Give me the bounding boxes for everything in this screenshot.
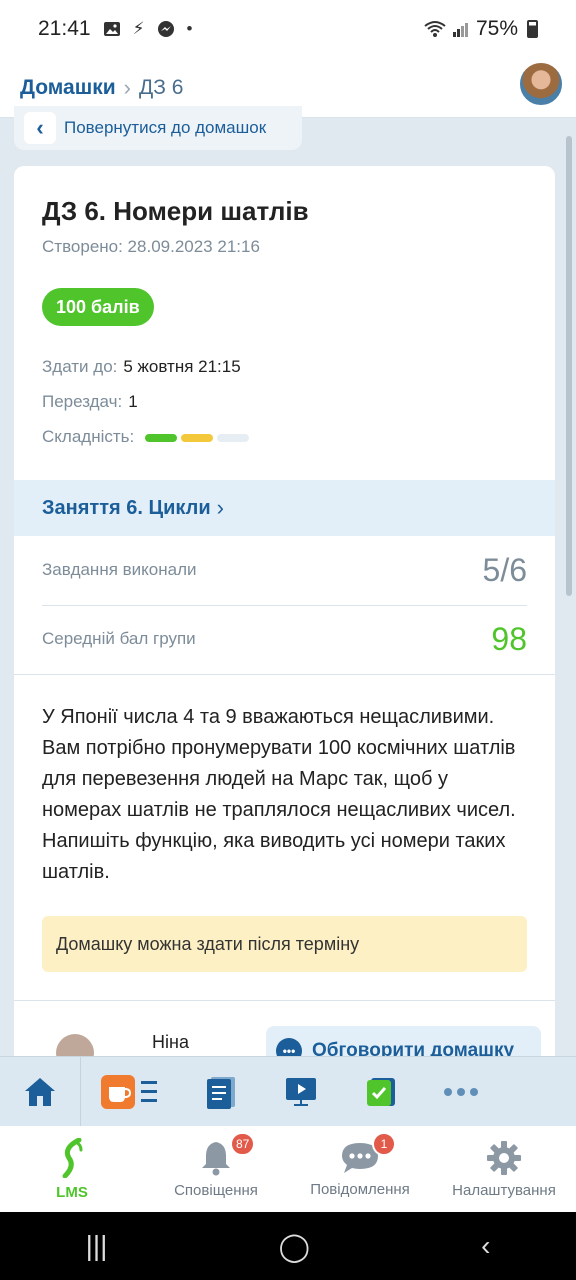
- video-button[interactable]: [261, 1057, 341, 1127]
- nav-notifications[interactable]: 87 Сповіщення: [144, 1126, 288, 1212]
- signal-icon: [452, 23, 468, 37]
- nav-messages-label: Повідомлення: [310, 1180, 410, 1198]
- materials-button[interactable]: [181, 1057, 261, 1127]
- back-to-homeworks-button[interactable]: ‹ Повернутися до домашок: [14, 106, 302, 150]
- created-date: Створено: 28.09.2023 21:16: [42, 237, 260, 256]
- status-bar: 21:41 ⚡ • 75%: [0, 0, 576, 58]
- more-dots-icon: [444, 1087, 478, 1096]
- gallery-icon: [103, 22, 120, 36]
- resubmits-row: Перездач: 1: [42, 392, 138, 412]
- more-button[interactable]: [421, 1057, 501, 1127]
- author-name: Ніна: [152, 1032, 189, 1052]
- scrollbar[interactable]: [566, 136, 572, 596]
- app-toolbar: [0, 1056, 576, 1127]
- difficulty-indicator: [144, 433, 249, 442]
- presentation-icon: [286, 1077, 316, 1106]
- chevron-right-icon: ›: [216, 495, 224, 520]
- messenger-icon: [157, 21, 174, 37]
- resubmits-value: 1: [128, 392, 138, 411]
- flash-icon: ⚡: [132, 19, 145, 38]
- deadline-row: Здати до: 5 жовтня 21:15: [42, 357, 241, 377]
- nav-lms-label: LMS: [56, 1183, 88, 1201]
- breadcrumb: Домашки › ДЗ 6: [20, 75, 183, 101]
- bottom-nav: LMS 87 Сповіщення 1 Повідомлення Налашту…: [0, 1126, 576, 1212]
- wifi-icon: [424, 21, 446, 37]
- messages-badge: 1: [372, 1132, 396, 1156]
- home-icon: [25, 1077, 55, 1106]
- breadcrumb-homeworks-link[interactable]: Домашки: [20, 76, 116, 100]
- back-arrow-icon[interactable]: ‹: [481, 1230, 490, 1262]
- chevron-left-icon: ‹: [24, 112, 56, 144]
- nav-settings[interactable]: Налаштування: [432, 1126, 576, 1212]
- score-badge: 100 балів: [42, 288, 154, 326]
- nav-settings-label: Налаштування: [452, 1181, 556, 1199]
- deadline-value: 5 жовтня 21:15: [123, 357, 241, 376]
- difficulty-label: Складність:: [42, 427, 135, 446]
- deadline-label: Здати до:: [42, 357, 118, 376]
- completed-label: Завдання виконали: [42, 560, 197, 579]
- avg-score-label: Середній бал групи: [42, 629, 196, 648]
- user-avatar[interactable]: [518, 61, 564, 107]
- chevron-right-icon: ›: [123, 74, 131, 100]
- check-doc-icon: [367, 1077, 395, 1106]
- home-button[interactable]: [0, 1057, 80, 1127]
- difficulty-row: Складність:: [42, 427, 249, 447]
- difficulty-bar-1: [144, 433, 177, 442]
- breadcrumb-current: ДЗ 6: [138, 75, 184, 99]
- divider: [14, 1000, 555, 1001]
- battery-percent: 75%: [475, 17, 518, 40]
- resubmits-label: Перездач:: [42, 392, 123, 411]
- recent-apps-icon[interactable]: |||: [86, 1230, 108, 1262]
- back-button-label: Повернутися до домашок: [64, 118, 267, 137]
- notifications-badge: 87: [230, 1132, 256, 1156]
- homework-card: ДЗ 6. Номери шатлів Створено: 28.09.2023…: [14, 166, 555, 1066]
- nav-notifications-label: Сповіщення: [174, 1181, 258, 1199]
- homework-title: ДЗ 6. Номери шатлів: [42, 196, 309, 226]
- tasks-button[interactable]: [341, 1057, 421, 1127]
- divider: [14, 674, 555, 675]
- difficulty-bar-3: [216, 433, 249, 442]
- lms-logo-icon: [62, 1137, 83, 1178]
- completed-value: 5/6: [482, 551, 527, 588]
- completed-stat: Завдання виконали 5/6: [42, 536, 527, 604]
- lesson-link[interactable]: Заняття 6. Цикли: [42, 497, 211, 520]
- nav-lms[interactable]: LMS: [0, 1126, 144, 1212]
- bell-icon: [202, 1141, 230, 1175]
- status-time: 21:41: [38, 17, 91, 40]
- system-navigation-bar: ||| ◯ ‹: [0, 1212, 576, 1280]
- battery-icon: [527, 20, 538, 38]
- homework-description: У Японії числа 4 та 9 вважаються нещасли…: [42, 706, 516, 883]
- difficulty-bar-2: [180, 433, 213, 442]
- late-submission-notice: Домашку можна здати після терміну: [42, 916, 527, 972]
- avg-score-stat: Середній бал групи 98: [42, 605, 527, 673]
- lesson-link-row[interactable]: Заняття 6. Цикли ›: [14, 480, 555, 536]
- schedule-button[interactable]: [81, 1057, 181, 1127]
- home-circle-icon[interactable]: ◯: [279, 1230, 310, 1263]
- document-icon: [207, 1076, 235, 1109]
- nav-messages[interactable]: 1 Повідомлення: [288, 1126, 432, 1212]
- gear-icon: [487, 1140, 521, 1175]
- avg-score-value: 98: [491, 620, 527, 657]
- coffee-list-icon: [101, 1074, 157, 1109]
- dot-icon: •: [186, 19, 193, 38]
